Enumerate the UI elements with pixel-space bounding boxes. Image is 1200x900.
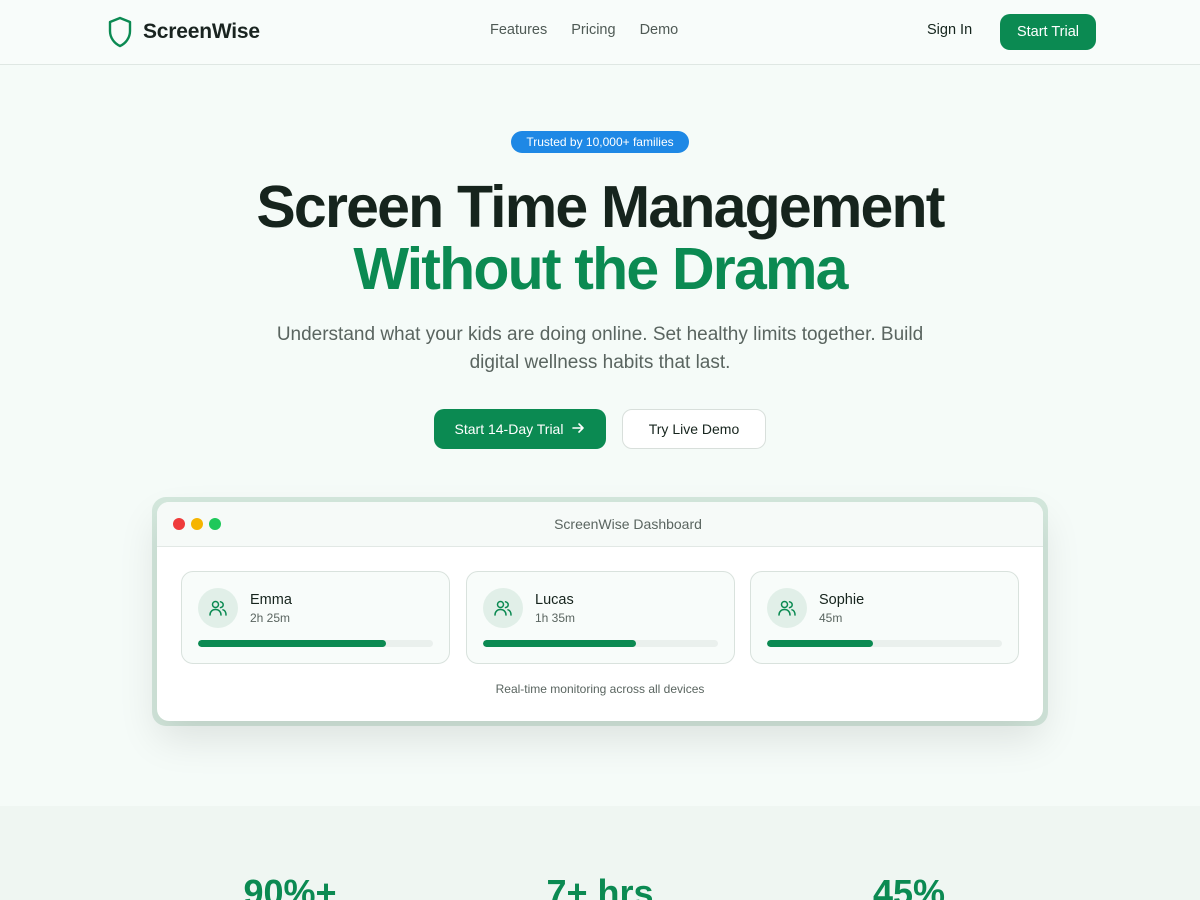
brand-logo[interactable]: ScreenWise [107,16,260,48]
dashboard-titlebar: ScreenWise Dashboard [157,502,1043,547]
kid-name: Lucas [535,592,574,608]
nav-link-pricing[interactable]: Pricing [571,22,615,38]
hero-headline: Screen Time Management Without the Drama [0,176,1200,300]
kid-card-lucas[interactable]: Lucas 1h 35m [466,571,735,664]
kid-name: Emma [250,592,292,608]
kid-card-sophie[interactable]: Sophie 45m [750,571,1019,664]
start-trial-button[interactable]: Start Trial [1000,14,1096,50]
usage-bar [767,640,1002,647]
start-14-day-trial-label: Start 14-Day Trial [454,421,564,437]
stat-value: 45% [872,872,946,900]
stats-section: 90%+ 7+ hrs 45% [0,806,1200,900]
kid-time: 45m [819,611,843,625]
headline-line-2: Without the Drama [353,236,848,302]
top-nav: ScreenWise Features Pricing Demo Sign In… [0,0,1200,65]
users-icon [198,588,238,628]
trust-badge: Trusted by 10,000+ families [511,131,689,153]
try-live-demo-button[interactable]: Try Live Demo [622,409,766,449]
dashboard-title: ScreenWise Dashboard [554,516,702,532]
sign-in-link[interactable]: Sign In [927,22,972,38]
kid-name: Sophie [819,592,865,608]
nav-link-features[interactable]: Features [490,22,547,38]
brand-name: ScreenWise [143,20,260,43]
shield-icon [107,16,133,48]
nav-link-demo[interactable]: Demo [640,22,679,38]
kid-time: 2h 25m [250,611,291,625]
users-icon [483,588,523,628]
users-icon [767,588,807,628]
usage-bar-fill [767,640,873,647]
nav-links: Features Pricing Demo [490,22,678,38]
start-14-day-trial-button[interactable]: Start 14-Day Trial [434,409,606,449]
usage-bar [198,640,433,647]
stat-value: 90%+ [243,872,337,900]
dashboard-caption: Real-time monitoring across all devices [495,682,705,696]
headline-line-1: Screen Time Management [256,174,945,240]
usage-bar-fill [483,640,636,647]
stat-value: 7+ hrs [546,872,654,900]
arrow-right-icon [571,421,585,438]
dashboard-preview: ScreenWise Dashboard Emma 2h 25m Lucas 1… [157,502,1043,721]
kid-card-emma[interactable]: Emma 2h 25m [181,571,450,664]
hero-subtitle: Understand what your kids are doing onli… [276,324,924,373]
usage-bar [483,640,718,647]
usage-bar-fill [198,640,386,647]
kid-time: 1h 35m [535,611,576,625]
